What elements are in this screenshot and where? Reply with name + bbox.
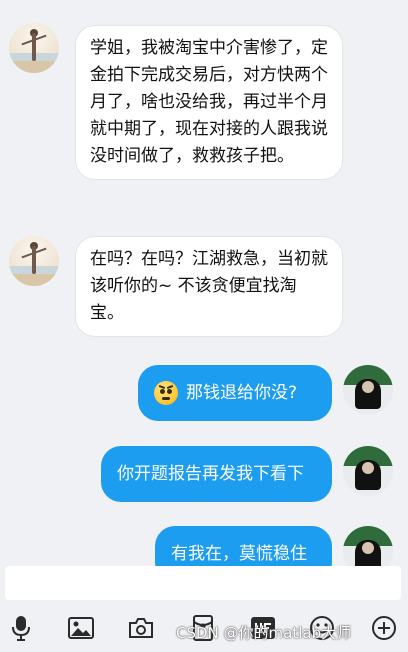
incoming-message-bubble[interactable]: 在吗？在吗？江湖救急，当初就该听你的~ 不该贪便宜找淘宝。 [75, 236, 343, 337]
message-text: 学姐，我被淘宝中介害惨了，定金拍下完成交易后，对方快两个月了，啥也没给我，再过半… [90, 38, 328, 166]
message-text: 你开题报告再发我下看下 [117, 463, 304, 484]
camera-icon[interactable] [127, 614, 155, 642]
my-avatar[interactable] [343, 365, 393, 415]
message-text: 那钱退给你没? [186, 382, 298, 403]
microphone-icon[interactable] [7, 614, 35, 642]
contact-avatar[interactable] [9, 23, 59, 73]
my-avatar[interactable] [343, 526, 393, 566]
outgoing-message-bubble[interactable]: 有我在，莫慌稳住 [155, 526, 332, 566]
message-input[interactable] [5, 566, 401, 600]
my-avatar[interactable] [343, 446, 393, 496]
outgoing-message-bubble[interactable]: 那钱退给你没? [138, 365, 332, 421]
message-text: 在吗？在吗？江湖救急，当初就该听你的~ 不该贪便宜找淘宝。 [90, 249, 328, 323]
add-icon[interactable] [370, 614, 398, 642]
message-text: 有我在，莫慌稳住 [171, 543, 307, 564]
image-icon[interactable] [67, 614, 95, 642]
incoming-message-bubble[interactable]: 学姐，我被淘宝中介害惨了，定金拍下完成交易后，对方快两个月了，啥也没给我，再过半… [75, 25, 343, 180]
chat-area[interactable]: 学姐，我被淘宝中介害惨了，定金拍下完成交易后，对方快两个月了，啥也没给我，再过半… [0, 0, 408, 566]
outgoing-message-bubble[interactable]: 你开题报告再发我下看下 [101, 446, 332, 502]
watermark-text: CSDN @你的matlab大师 [176, 624, 352, 642]
contact-avatar[interactable] [9, 236, 59, 286]
frown-emoji-icon [154, 381, 178, 405]
